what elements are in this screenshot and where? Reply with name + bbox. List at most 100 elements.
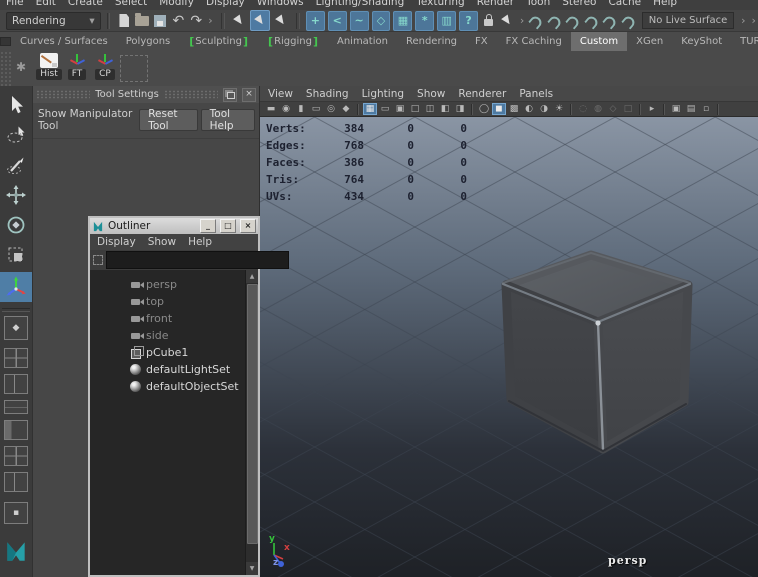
tab-curves-surfaces[interactable]: Curves / Surfaces (11, 32, 117, 51)
menu-stereo[interactable]: Stereo (562, 0, 596, 9)
layout-two-pane-stacked-button[interactable] (4, 400, 28, 414)
list-item-pcube1[interactable]: pCube1 (90, 344, 246, 361)
tab-animation[interactable]: Animation (328, 32, 397, 51)
select-tool-button[interactable] (3, 92, 29, 118)
menu-render[interactable]: Render (477, 0, 514, 9)
rotate-tool-button[interactable] (3, 212, 29, 238)
layout-custom-button[interactable]: ▪ (4, 502, 28, 524)
depth-peeling-icon[interactable]: ◇ (606, 103, 620, 115)
scrollbar-thumb[interactable] (247, 284, 258, 544)
safe-action-icon[interactable]: ◧ (438, 103, 452, 115)
menu-help[interactable]: Help (188, 236, 212, 248)
grid-toggle-icon[interactable]: ▦ (363, 103, 377, 115)
menu-edit[interactable]: Edit (36, 0, 56, 9)
menu-display[interactable]: Display (206, 0, 245, 9)
lock-selection-button[interactable] (481, 15, 496, 26)
mask-dynamics-button[interactable]: * (415, 11, 434, 31)
select-hierarchy-mode-button[interactable] (231, 11, 249, 30)
list-item-top[interactable]: top (90, 293, 246, 310)
camera-icon[interactable]: ▬ (264, 103, 278, 115)
list-item-persp[interactable]: persp (90, 276, 246, 293)
snap-grid-button[interactable] (529, 14, 545, 30)
menu-lighting[interactable]: Lighting (362, 88, 404, 100)
expander-icon[interactable]: › (208, 14, 212, 27)
live-surface-field[interactable]: No Live Surface (642, 12, 734, 29)
shelf-item-ft[interactable]: FT (62, 53, 92, 80)
reset-tool-button[interactable]: Reset Tool (139, 109, 197, 131)
isolate-select-icon[interactable]: ▸ (645, 103, 659, 115)
mask-deformations-button[interactable]: ▦ (393, 11, 412, 31)
oriented-icon[interactable]: ◆ (339, 103, 353, 115)
menu-modify[interactable]: Modify (159, 0, 194, 9)
list-item-defaultlightset[interactable]: defaultLightSet (90, 361, 246, 378)
list-item-front[interactable]: front (90, 310, 246, 327)
tab-fx[interactable]: FX (466, 32, 497, 51)
show-manipulator-tool-button[interactable] (0, 272, 32, 302)
outliner-list[interactable]: persp top front side pCube1 defaultLight… (90, 270, 246, 575)
tab-polygons[interactable]: Polygons (117, 32, 180, 51)
image-plane-icon[interactable]: ▭ (309, 103, 323, 115)
menu-lighting-shading[interactable]: Lighting/Shading (316, 0, 405, 9)
shelf-item-cp[interactable]: CP (90, 53, 120, 80)
close-panel-button[interactable]: × (242, 88, 256, 102)
scroll-up-button[interactable]: ▲ (246, 270, 258, 283)
textured-icon[interactable]: ▩ (507, 103, 521, 115)
tab-rendering[interactable]: Rendering (397, 32, 466, 51)
list-item-side[interactable]: side (90, 327, 246, 344)
expander-icon[interactable]: › (741, 14, 745, 27)
shelf-menu-stub[interactable] (0, 32, 11, 51)
shadows-icon[interactable]: ◑ (537, 103, 551, 115)
open-scene-button[interactable] (134, 12, 150, 30)
move-tool-button[interactable] (3, 182, 29, 208)
mask-surfaces-button[interactable]: ◇ (372, 11, 391, 31)
search-input[interactable] (106, 251, 289, 269)
menu-panels[interactable]: Panels (519, 88, 553, 100)
safe-title-icon[interactable]: ◨ (453, 103, 467, 115)
gate-mask-icon[interactable]: □ (408, 103, 422, 115)
tool-settings-titlebar[interactable]: Tool Settings × (33, 86, 259, 103)
minimize-button[interactable]: _ (200, 219, 216, 233)
snap-live-surface-button[interactable] (621, 14, 637, 30)
pan-zoom-icon[interactable]: ◎ (324, 103, 338, 115)
snapshot-icon[interactable]: ▫ (699, 103, 713, 115)
menu-select[interactable]: Select (115, 0, 147, 9)
drag-handle[interactable] (164, 90, 218, 99)
snap-view-plane-button[interactable] (602, 14, 618, 30)
ambient-occlusion-icon[interactable]: ☀ (552, 103, 566, 115)
menu-help[interactable]: Help (653, 0, 677, 9)
shaded-icon[interactable]: ◼ (492, 103, 506, 115)
drag-handle[interactable] (36, 90, 90, 99)
tab-rigging[interactable]: [Rigging] (258, 32, 328, 51)
undo-button[interactable]: ↶ (170, 12, 186, 30)
shelf-item-hist[interactable]: Hist (34, 53, 64, 80)
scale-tool-button[interactable] (3, 242, 29, 268)
resolution-gate-icon[interactable]: ▣ (393, 103, 407, 115)
highlight-selection-button[interactable] (498, 11, 516, 30)
menu-view[interactable]: View (268, 88, 293, 100)
menu-cache[interactable]: Cache (608, 0, 641, 9)
tab-keyshot[interactable]: KeyShot (672, 32, 731, 51)
viewport-canvas[interactable]: Verts:38400 Edges:76800 Faces:38600 Tris… (260, 117, 758, 577)
mask-misc-button[interactable]: ? (459, 11, 478, 31)
layout-two-pane-side-button[interactable] (4, 374, 28, 394)
filter-icon[interactable] (93, 254, 103, 267)
select-object-mode-button[interactable] (250, 10, 270, 31)
tab-xgen[interactable]: XGen (627, 32, 672, 51)
mask-rendering-button[interactable]: ▥ (437, 11, 456, 31)
field-chart-icon[interactable]: ◫ (423, 103, 437, 115)
tool-help-button[interactable]: Tool Help (201, 109, 255, 131)
multisample-icon[interactable]: ◍ (591, 103, 605, 115)
layout-graph-persp-button[interactable] (4, 472, 28, 492)
float-panel-button[interactable] (223, 88, 237, 102)
camera-attributes-icon[interactable]: ◉ (279, 103, 293, 115)
snap-curve-button[interactable] (547, 14, 563, 30)
list-item-defaultobjectset[interactable]: defaultObjectSet (90, 378, 246, 395)
tab-fx-caching[interactable]: FX Caching (497, 32, 571, 51)
mask-curves-button[interactable]: < (328, 11, 347, 31)
outliner-titlebar[interactable]: Outliner _ □ × (90, 218, 258, 234)
exposure-icon[interactable]: ▣ (669, 103, 683, 115)
menu-show[interactable]: Show (417, 88, 445, 100)
tab-custom[interactable]: Custom (571, 32, 627, 51)
layout-single-pane-button[interactable]: ◆ (4, 316, 28, 340)
menu-toon[interactable]: Toon (526, 0, 550, 9)
